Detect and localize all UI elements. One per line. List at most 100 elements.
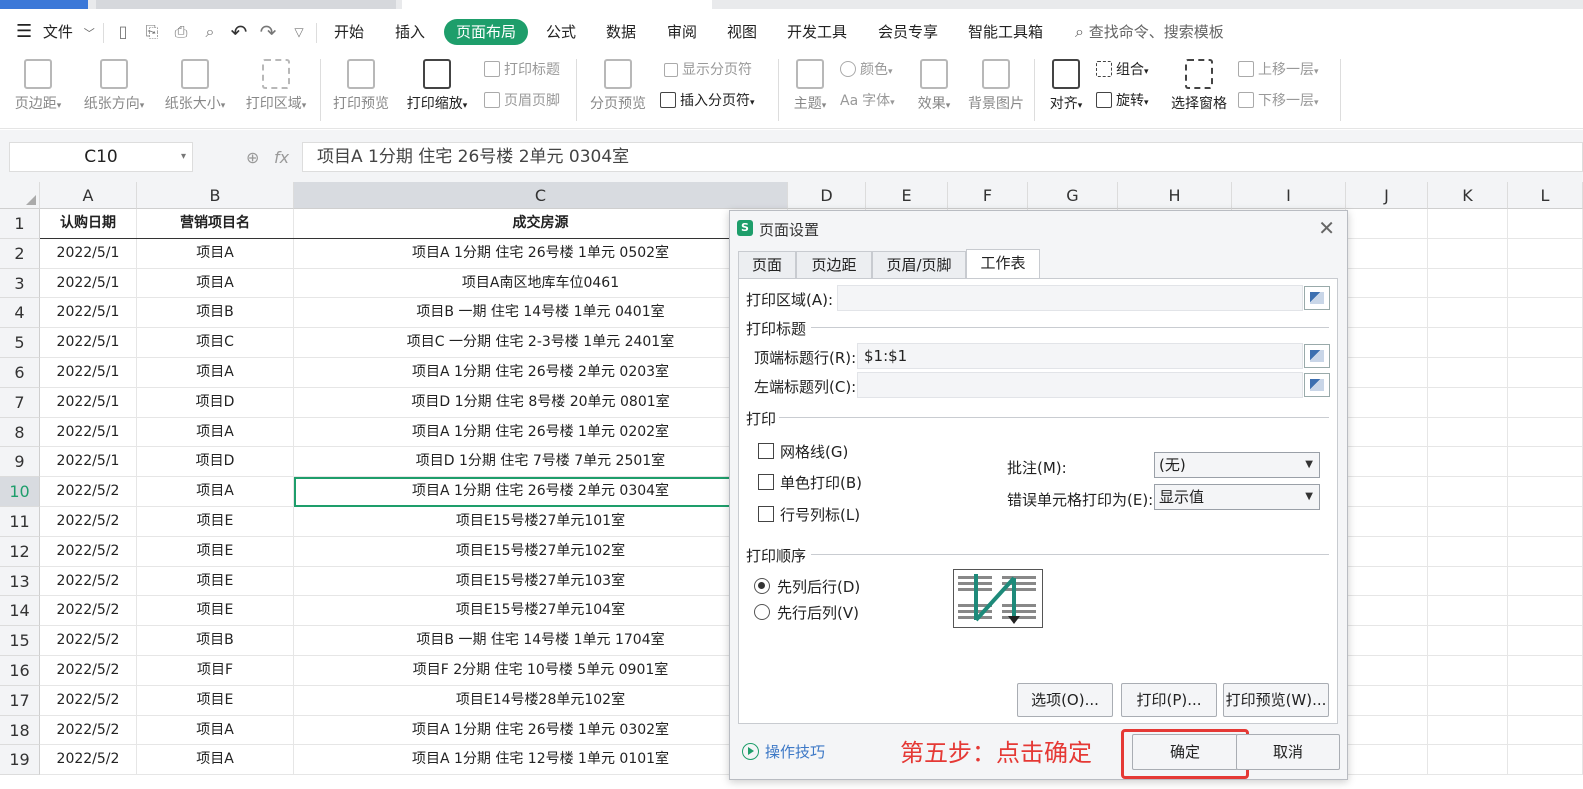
table-cell[interactable] <box>1508 268 1583 299</box>
tab-home[interactable]: 开始 <box>334 19 364 45</box>
table-cell[interactable]: 项目A <box>137 477 294 507</box>
column-header-i[interactable]: I <box>1232 182 1346 209</box>
print-titles-button[interactable]: 打印标题 <box>484 59 560 81</box>
fonts-button[interactable]: Aa 字体▾ <box>840 90 895 112</box>
table-cell[interactable] <box>1428 685 1508 716</box>
table-cell[interactable]: 项目C <box>137 328 294 358</box>
column-header-c[interactable]: C <box>294 182 788 209</box>
close-icon[interactable]: ✕ <box>1318 216 1335 240</box>
table-cell[interactable]: 项目A南区地库车位0461 <box>294 268 788 299</box>
header-footer-button[interactable]: 页眉页脚 <box>484 90 560 112</box>
top-rows-field[interactable]: $1:$1 <box>857 343 1303 369</box>
table-cell[interactable]: 项目E15号楼27单元104室 <box>294 596 788 627</box>
tab-page[interactable]: 页面 <box>738 251 796 279</box>
table-cell[interactable] <box>1346 596 1428 627</box>
table-cell[interactable] <box>1508 745 1583 776</box>
table-cell[interactable]: 2022/5/2 <box>40 685 137 716</box>
table-cell[interactable]: 2022/5/2 <box>40 626 137 656</box>
tab-view[interactable]: 视图 <box>727 19 757 45</box>
column-header-e[interactable]: E <box>866 182 948 209</box>
zoom-icon[interactable]: ⊕ <box>246 148 259 167</box>
bring-forward-button[interactable]: 上移一层▾ <box>1238 59 1319 81</box>
cancel-button[interactable]: 取消 <box>1236 734 1340 770</box>
orientation-button[interactable]: 纸张方向▾ <box>78 59 150 113</box>
tab-data[interactable]: 数据 <box>606 19 636 45</box>
column-header-d[interactable]: D <box>788 182 866 209</box>
table-cell[interactable]: 项目D 1分期 住宅 7号楼 7单元 2501室 <box>294 447 788 478</box>
table-cell[interactable]: 项目A 1分期 住宅 26号楼 1单元 0302室 <box>294 715 788 746</box>
table-cell[interactable] <box>1346 268 1428 299</box>
column-header-b[interactable]: B <box>137 182 294 209</box>
tab-insert[interactable]: 插入 <box>395 19 425 45</box>
table-cell[interactable]: 项目E14号楼28单元102室 <box>294 685 788 716</box>
row-header-14[interactable]: 14 <box>0 596 40 627</box>
table-cell[interactable] <box>1346 715 1428 746</box>
gridlines-checkbox[interactable] <box>758 443 774 459</box>
row-header-18[interactable]: 18 <box>0 715 40 746</box>
table-cell[interactable] <box>1428 596 1508 627</box>
table-cell[interactable] <box>1346 298 1428 329</box>
tab-review[interactable]: 审阅 <box>667 19 697 45</box>
table-cell[interactable] <box>1346 566 1428 597</box>
align-button[interactable]: 对齐▾ <box>1044 59 1088 113</box>
column-header-g[interactable]: G <box>1028 182 1118 209</box>
tab-header-footer[interactable]: 页眉/页脚 <box>872 251 966 279</box>
table-cell[interactable] <box>1428 268 1508 299</box>
tab-margins[interactable]: 页边距 <box>796 251 872 279</box>
comments-select[interactable]: (无) ▼ <box>1154 452 1320 478</box>
row-header-2[interactable]: 2 <box>0 238 40 269</box>
table-cell[interactable]: 项目A 1分期 住宅 26号楼 1单元 0202室 <box>294 417 788 448</box>
row-header-13[interactable]: 13 <box>0 566 40 597</box>
table-cell[interactable] <box>1508 209 1583 239</box>
row-header-1[interactable]: 1 <box>0 209 40 239</box>
margins-button[interactable]: 页边距▾ <box>10 59 66 113</box>
table-cell[interactable]: 2022/5/2 <box>40 656 137 686</box>
table-cell[interactable]: 2022/5/2 <box>40 507 137 537</box>
selection-pane-button[interactable]: 选择窗格 <box>1168 59 1230 113</box>
row-header-7[interactable]: 7 <box>0 387 40 418</box>
row-header-3[interactable]: 3 <box>0 268 40 299</box>
table-cell[interactable] <box>1508 715 1583 746</box>
table-cell[interactable]: 2022/5/2 <box>40 477 137 507</box>
left-cols-field[interactable] <box>857 372 1303 398</box>
column-header-a[interactable]: A <box>40 182 137 209</box>
table-cell[interactable]: 2022/5/2 <box>40 536 137 567</box>
black-white-checkbox[interactable] <box>758 474 774 490</box>
undo-icon[interactable]: ↶ <box>229 22 249 42</box>
table-cell[interactable] <box>1428 656 1508 686</box>
table-cell[interactable] <box>1508 238 1583 269</box>
table-cell[interactable] <box>1428 745 1508 776</box>
table-cell[interactable]: 项目E <box>137 596 294 627</box>
row-header-4[interactable]: 4 <box>0 298 40 329</box>
over-then-down-radio[interactable] <box>754 604 770 620</box>
send-backward-button[interactable]: 下移一层▾ <box>1238 90 1319 112</box>
row-header-11[interactable]: 11 <box>0 507 40 537</box>
table-cell[interactable]: 2022/5/1 <box>40 238 137 269</box>
table-cell[interactable]: 2022/5/1 <box>40 298 137 329</box>
options-button[interactable]: 选项(O)... <box>1017 683 1113 717</box>
table-cell[interactable]: 项目E <box>137 536 294 567</box>
select-all-corner[interactable] <box>0 182 40 209</box>
table-cell[interactable]: 项目B 一期 住宅 14号楼 1单元 0401室 <box>294 298 788 329</box>
table-cell[interactable]: 项目B <box>137 298 294 329</box>
tab-member[interactable]: 会员专享 <box>878 19 938 45</box>
formula-input[interactable]: 项目A 1分期 住宅 26号楼 2单元 0304室 <box>302 142 1583 172</box>
table-cell[interactable]: 2022/5/2 <box>40 715 137 746</box>
paper-size-button[interactable]: 纸张大小▾ <box>159 59 231 113</box>
range-picker-icon[interactable] <box>1304 344 1330 368</box>
table-cell[interactable] <box>1508 536 1583 567</box>
table-cell[interactable]: 项目A <box>137 238 294 269</box>
row-header-9[interactable]: 9 <box>0 447 40 478</box>
group-button[interactable]: 组合▾ <box>1096 59 1149 81</box>
print-icon[interactable]: ⎙ <box>171 22 191 42</box>
table-cell[interactable]: 项目D <box>137 447 294 478</box>
table-cell[interactable] <box>1428 298 1508 329</box>
range-picker-icon[interactable] <box>1304 286 1330 310</box>
name-box[interactable]: C10 ▾ <box>9 142 193 172</box>
column-header-h[interactable]: H <box>1118 182 1232 209</box>
table-cell[interactable] <box>1428 536 1508 567</box>
table-cell[interactable] <box>1428 447 1508 478</box>
table-cell[interactable] <box>1428 417 1508 448</box>
page-break-preview-button[interactable]: 分页预览 <box>586 59 650 113</box>
table-cell[interactable]: 项目F 2分期 住宅 10号楼 5单元 0901室 <box>294 656 788 686</box>
